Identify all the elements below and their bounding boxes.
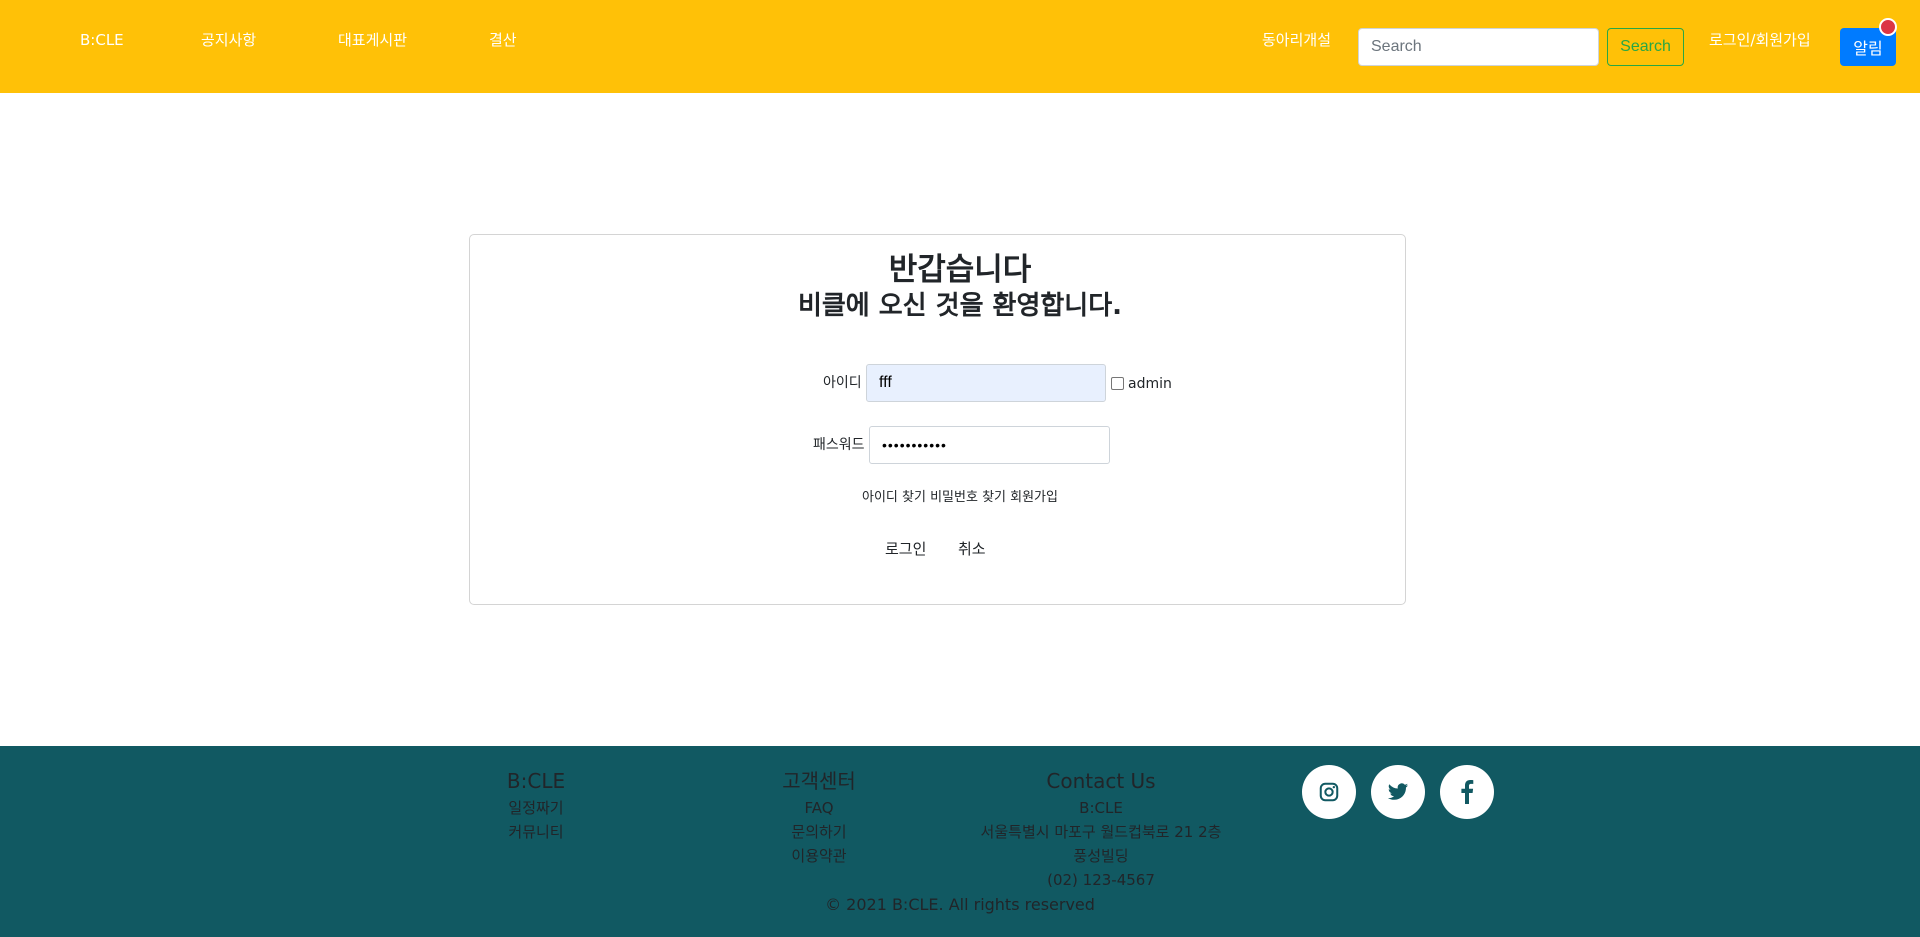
navbar: B:CLE 공지사항 대표게시판 결산 동아리개설 Search 로그인/회원가… <box>0 0 1920 93</box>
find-id-link[interactable]: 아이디 찾기 <box>862 490 926 505</box>
footer-contact-name: B:CLE <box>1079 799 1123 817</box>
footer-link-inquiry[interactable]: 문의하기 <box>759 822 879 842</box>
password-input[interactable] <box>869 426 1110 464</box>
facebook-icon <box>1461 780 1474 804</box>
footer-link-terms[interactable]: 이용약관 <box>759 846 879 866</box>
nav-item-settlement[interactable]: 결산 <box>489 30 517 50</box>
brand-logo[interactable]: B:CLE <box>80 30 124 50</box>
nav-item-login-signup[interactable]: 로그인/회원가입 <box>1709 30 1811 50</box>
instagram-icon <box>1319 782 1339 802</box>
footer-contact-address: 서울특별시 마포구 월드컵북로 21 2층 <box>980 823 1222 841</box>
twitter-button[interactable] <box>1371 765 1425 819</box>
footer-link-schedule[interactable]: 일정짜기 <box>486 798 586 818</box>
signup-link[interactable]: 회원가입 <box>1010 490 1058 505</box>
nav-item-notice[interactable]: 공지사항 <box>201 30 256 50</box>
login-subtitle: 비클에 오신 것을 환영합니다. <box>797 291 1123 321</box>
login-button[interactable]: 로그인 <box>885 539 926 559</box>
footer-link-community[interactable]: 커뮤니티 <box>486 822 586 842</box>
twitter-icon <box>1387 783 1409 800</box>
account-links: 아이디 찾기 비밀번호 찾기 회원가입 <box>0 489 1920 507</box>
admin-label: admin <box>1128 376 1172 392</box>
footer-brand-title: B:CLE <box>506 769 566 793</box>
search-input[interactable] <box>1358 28 1599 66</box>
instagram-button[interactable] <box>1302 765 1356 819</box>
admin-checkbox[interactable] <box>1111 377 1124 390</box>
footer-contact-title: Contact Us <box>1046 769 1156 793</box>
footer-link-faq[interactable]: FAQ <box>759 798 879 818</box>
find-password-link[interactable]: 비밀번호 찾기 <box>930 490 1006 505</box>
copyright: © 2021 B:CLE. All rights reserved <box>825 895 1095 914</box>
search-button[interactable]: Search <box>1607 28 1684 66</box>
footer-contact-phone: (02) 123-4567 <box>1047 871 1155 889</box>
footer-contact-building: 풍성빌딩 <box>1073 847 1129 865</box>
nav-item-board[interactable]: 대표게시판 <box>338 30 407 50</box>
notification-badge <box>1879 18 1897 36</box>
login-title: 반갑습니다 <box>888 252 1032 288</box>
id-label: 아이디 <box>823 375 862 391</box>
cancel-button[interactable]: 취소 <box>958 539 986 559</box>
nav-item-club-create[interactable]: 동아리개설 <box>1262 30 1331 50</box>
password-label: 패스워드 <box>813 437 865 453</box>
footer-support-title: 고객센터 <box>782 769 856 793</box>
id-input[interactable] <box>866 364 1106 402</box>
facebook-button[interactable] <box>1440 765 1494 819</box>
